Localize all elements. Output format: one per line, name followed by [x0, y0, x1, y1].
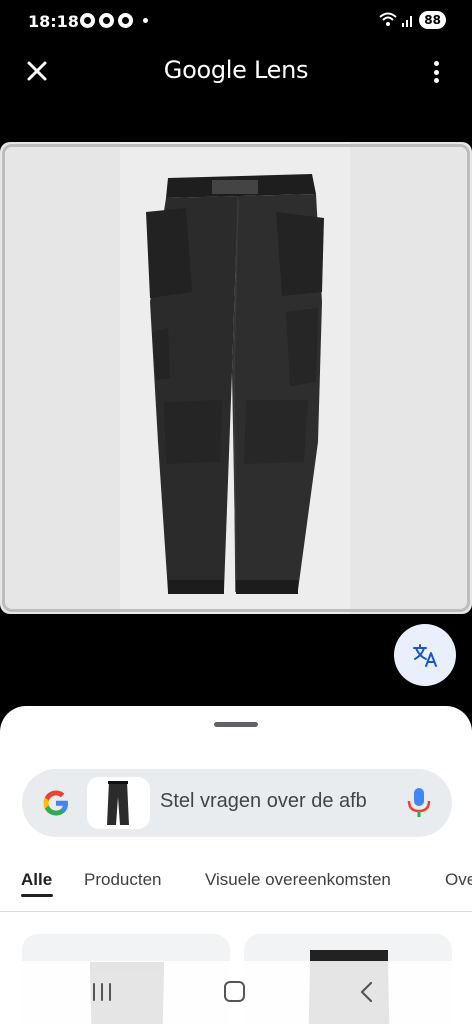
- tab-producten[interactable]: Producten: [84, 870, 162, 890]
- signal-icon: [402, 16, 413, 27]
- more-notifications-icon: [143, 18, 148, 23]
- translate-icon: [413, 644, 437, 667]
- result-tabs: Alle Producten Visuele overeenkomsten Ov…: [0, 866, 472, 912]
- tab-overflow[interactable]: Ove: [445, 870, 472, 890]
- pants-thumbnail-icon: [107, 781, 129, 825]
- messenger-icon: [118, 13, 133, 28]
- captured-image[interactable]: [0, 142, 472, 614]
- status-time: 18:18: [28, 12, 79, 31]
- tab-alle[interactable]: Alle: [21, 870, 52, 890]
- tab-visuele-overeenkomsten[interactable]: Visuele overeenkomsten: [205, 870, 391, 890]
- status-bar: 18:18 88: [0, 0, 472, 44]
- whatsapp-icon: [80, 13, 95, 28]
- image-thumbnail[interactable]: [87, 777, 150, 829]
- back-icon[interactable]: [358, 980, 376, 1004]
- more-options-button[interactable]: [424, 58, 448, 86]
- recent-apps-icon[interactable]: [91, 982, 113, 1002]
- active-tab-indicator: [21, 894, 53, 897]
- app-header: Google Lens: [0, 44, 472, 100]
- notification-icons: [80, 13, 148, 28]
- more-vert-icon: [433, 61, 439, 66]
- messenger-icon: [99, 13, 114, 28]
- translate-button[interactable]: [394, 624, 456, 686]
- drag-handle[interactable]: [214, 722, 258, 727]
- wifi-icon: [379, 12, 397, 26]
- battery-indicator: 88: [419, 11, 446, 29]
- crop-frame[interactable]: [2, 144, 470, 612]
- search-input[interactable]: Stel vragen over de afb: [160, 790, 382, 813]
- search-bar[interactable]: Stel vragen over de afb: [22, 769, 452, 837]
- system-icons: 88: [379, 11, 446, 29]
- system-nav-bar: [0, 961, 472, 1024]
- google-g-logo: [43, 790, 68, 816]
- home-icon[interactable]: [224, 981, 245, 1002]
- page-title: Google Lens: [163, 56, 309, 84]
- mic-icon[interactable]: [406, 786, 432, 820]
